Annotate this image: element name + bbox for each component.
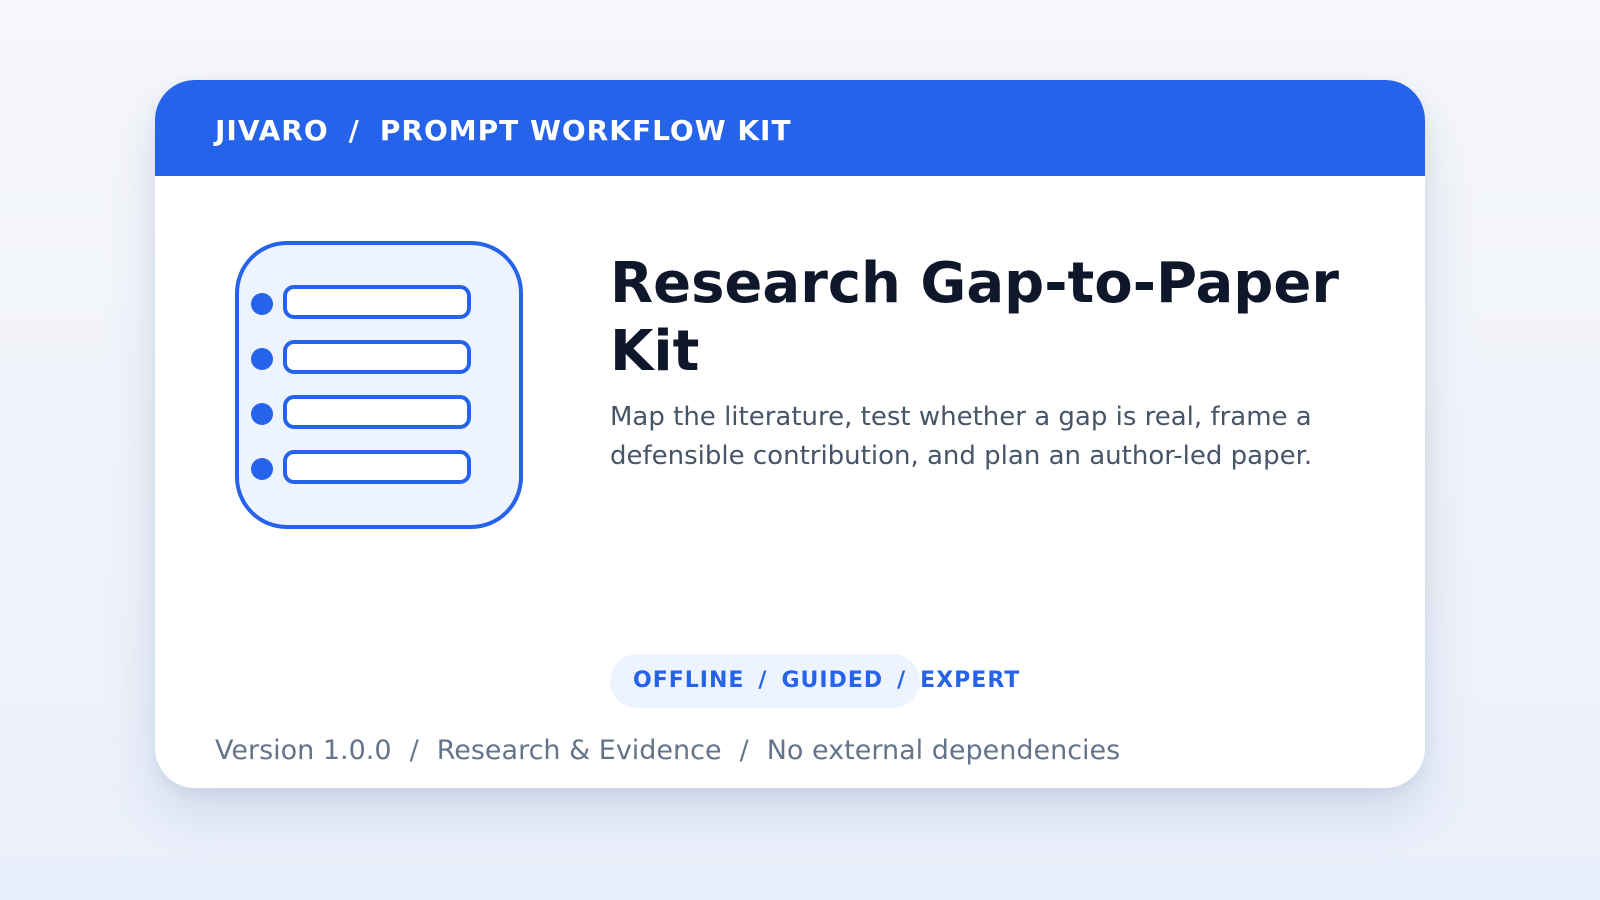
product-line-name: PROMPT WORKFLOW KIT	[379, 114, 792, 147]
tag-offline: OFFLINE	[633, 668, 745, 693]
version-label: Version 1.0.0	[215, 735, 392, 766]
tag-list: OFFLINE / GUIDED / EXPERT	[633, 668, 1020, 693]
product-description: Map the literature, test whether a gap i…	[610, 402, 1313, 471]
tag-separator: /	[758, 668, 768, 693]
header-breadcrumb: JIVARO / PROMPT WORKFLOW KIT	[215, 114, 792, 147]
brand-name: JIVARO	[215, 114, 329, 147]
checklist-icon	[235, 241, 529, 535]
dependencies-label: No external dependencies	[766, 735, 1121, 766]
checklist-icon-graphic	[235, 241, 523, 529]
card-header: JIVARO / PROMPT WORKFLOW KIT	[155, 80, 1425, 176]
card-footer: Version 1.0.0 / Research & Evidence / No ext…	[215, 735, 1120, 766]
category-label: Research & Evidence	[436, 735, 722, 766]
tag-separator: /	[897, 668, 907, 693]
product-card: JIVARO / PROMPT WORKFLOW KIT Research Gap-…	[155, 80, 1425, 788]
breadcrumb-separator: /	[348, 114, 360, 147]
tag-guided: GUIDED	[781, 668, 884, 693]
footer-separator: /	[409, 735, 419, 766]
tag-expert: EXPERT	[920, 668, 1021, 693]
page-title: Research Gap-to-Paper Kit	[610, 251, 1339, 384]
footer-separator: /	[739, 735, 749, 766]
